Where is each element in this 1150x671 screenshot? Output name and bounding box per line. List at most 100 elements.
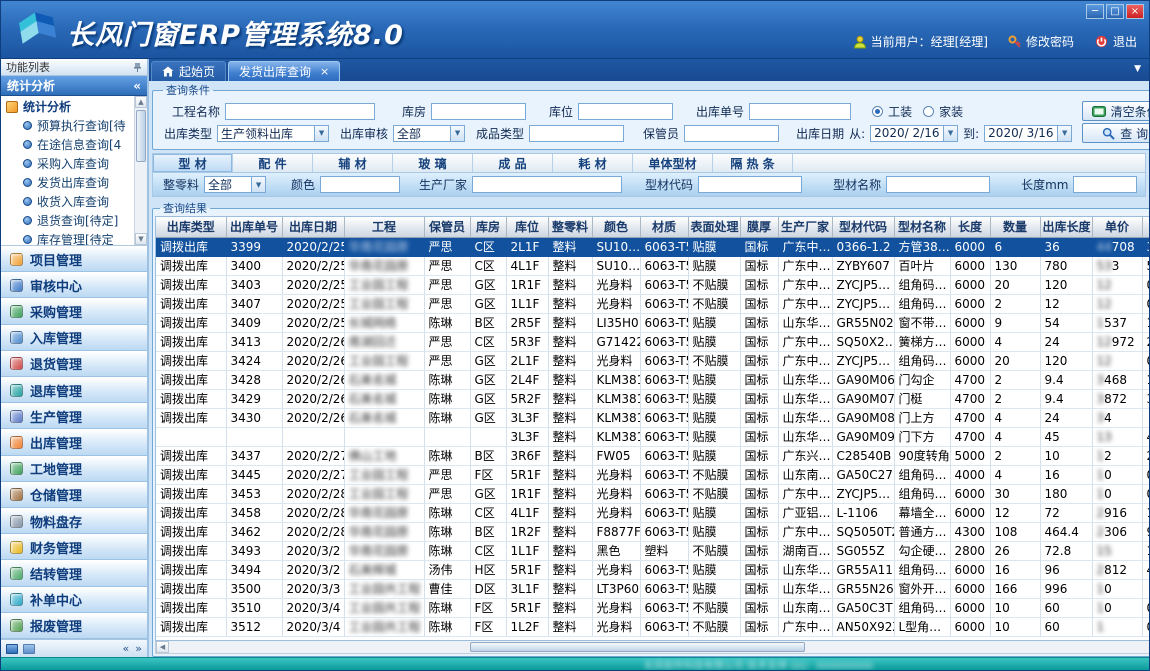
column-header[interactable]: 库位 bbox=[506, 217, 548, 237]
tree-scroll-thumb[interactable] bbox=[136, 110, 146, 162]
search-button[interactable]: 查 询 bbox=[1082, 123, 1150, 143]
column-header[interactable]: 出库长度 bbox=[1040, 217, 1092, 237]
outbound-type-select[interactable]: 生产领料出库▼ bbox=[217, 125, 329, 142]
table-row[interactable]: 调拨出库35002020/3/3工业园共工程曹佳D区3L1F整料LT3P6060… bbox=[156, 579, 1150, 598]
scroll-up-icon[interactable]: ▲ bbox=[135, 96, 147, 108]
column-header[interactable]: 整零料 bbox=[548, 217, 592, 237]
material-tab-0[interactable]: 型 材 bbox=[153, 154, 233, 172]
monitor-icon-2[interactable] bbox=[23, 644, 35, 654]
sidebar-item-warehouse[interactable]: 仓储管理 bbox=[1, 482, 147, 508]
table-row[interactable]: 调拨出库35122020/3/4工业园共工程陈琳F区1L2F整料光身料6063-… bbox=[156, 617, 1150, 636]
material-tab-7[interactable]: 隔 热 条 bbox=[713, 154, 793, 172]
radio-jiazhuang[interactable] bbox=[923, 106, 934, 117]
manufacturer-input[interactable] bbox=[472, 176, 622, 193]
outbound-no-input[interactable] bbox=[749, 103, 851, 120]
sidebar-item-return-goods[interactable]: 退货管理 bbox=[1, 351, 147, 377]
table-row[interactable]: 调拨出库34622020/2/28华南花园原陈琳B区1R2F整料F8877FT6… bbox=[156, 522, 1150, 541]
material-tab-2[interactable]: 辅 材 bbox=[313, 154, 393, 172]
column-header[interactable]: 出库单号 bbox=[226, 217, 282, 237]
column-header[interactable]: 膜厚 bbox=[740, 217, 778, 237]
column-header[interactable]: 长度 bbox=[950, 217, 990, 237]
tab-shipping-outbound-query[interactable]: 发货出库查询 × bbox=[228, 61, 340, 81]
tree-item[interactable]: 采购入库查询 bbox=[1, 154, 134, 173]
date-from-picker[interactable]: 2020/ 2/16▼ bbox=[870, 125, 958, 142]
table-row[interactable]: 3L3F整料KLM38176063-T5贴膜国标山东华…GA90M09…门下方4… bbox=[156, 427, 1150, 446]
sidebar-item-inbound[interactable]: 入库管理 bbox=[1, 325, 147, 351]
column-header[interactable]: 数量 bbox=[990, 217, 1040, 237]
sidebar-section-statistics[interactable]: 统计分析 « bbox=[1, 76, 147, 96]
table-row[interactable]: 调拨出库34072020/2/25工业园工程严思G区1L1F整料光身料6063-… bbox=[156, 294, 1150, 313]
panel-prev-button[interactable]: « bbox=[123, 642, 130, 655]
keeper-input[interactable] bbox=[684, 125, 779, 142]
table-row[interactable]: 调拨出库34292020/2/26石美名城陈琳G区5R2F整料KLM381760… bbox=[156, 389, 1150, 408]
scroll-down-icon[interactable]: ▼ bbox=[135, 233, 147, 245]
clear-conditions-button[interactable]: 清空条件 bbox=[1082, 101, 1150, 121]
tab-close-icon[interactable]: × bbox=[320, 66, 329, 77]
column-header[interactable]: 生产厂家 bbox=[778, 217, 832, 237]
table-row[interactable]: 调拨出库35102020/3/4工业园共工程陈琳F区5R1F整料光身料6063-… bbox=[156, 598, 1150, 617]
tree-item[interactable]: 退货查询[待定] bbox=[1, 211, 134, 230]
radio-gongzhuang[interactable] bbox=[872, 106, 883, 117]
hscroll-thumb[interactable] bbox=[470, 642, 805, 652]
minimize-button[interactable]: ─ bbox=[1086, 4, 1104, 19]
close-button[interactable]: × bbox=[1126, 4, 1144, 19]
whole-scrap-select[interactable]: 全部▼ bbox=[204, 176, 266, 193]
tree-item[interactable]: 库存管理[待定 bbox=[1, 230, 134, 246]
color-input[interactable] bbox=[320, 176, 400, 193]
scroll-left-icon[interactable]: ◀ bbox=[156, 641, 169, 653]
sidebar-item-site[interactable]: 工地管理 bbox=[1, 456, 147, 482]
table-row[interactable]: 调拨出库34532020/2/28工业园工程严思G区1R1F整料光身料6063-… bbox=[156, 484, 1150, 503]
outbound-audit-select[interactable]: 全部▼ bbox=[393, 125, 465, 142]
table-row[interactable]: 调拨出库33992020/2/25华南花园原严思C区2L1F整料SU10…606… bbox=[156, 237, 1150, 256]
material-tab-1[interactable]: 配 件 bbox=[233, 154, 313, 172]
sidebar-item-inventory[interactable]: 物料盘存 bbox=[1, 508, 147, 534]
tree-item[interactable]: 预算执行查询[待 bbox=[1, 116, 134, 135]
product-type-input[interactable] bbox=[529, 125, 624, 142]
table-row[interactable]: 调拨出库34132020/2/26南湖回迁严思C区5R3F整料G71422606… bbox=[156, 332, 1150, 351]
column-header[interactable]: 颜色 bbox=[592, 217, 640, 237]
table-row[interactable]: 调拨出库34092020/2/25长城网络陈琳B区2R5F整料LI35H0606… bbox=[156, 313, 1150, 332]
date-to-picker[interactable]: 2020/ 3/16▼ bbox=[984, 125, 1072, 142]
profile-name-input[interactable] bbox=[886, 176, 990, 193]
tab-list-chevron-down-icon[interactable]: ▼ bbox=[1134, 64, 1141, 74]
column-header[interactable]: 单价 bbox=[1092, 217, 1142, 237]
sidebar-item-finance[interactable]: 财务管理 bbox=[1, 534, 147, 560]
change-password-button[interactable]: 修改密码 bbox=[1008, 33, 1074, 50]
sidebar-item-outbound[interactable]: 出库管理 bbox=[1, 429, 147, 455]
sidebar-item-carryover[interactable]: 结转管理 bbox=[1, 560, 147, 586]
location-input[interactable] bbox=[578, 103, 673, 120]
table-row[interactable]: 调拨出库34282020/2/26石美名城陈琳G区2L4F整料KLM381760… bbox=[156, 370, 1150, 389]
material-tab-3[interactable]: 玻 璃 bbox=[393, 154, 473, 172]
column-header[interactable]: 金额 bbox=[1142, 217, 1150, 237]
column-header[interactable]: 材质 bbox=[640, 217, 688, 237]
column-header[interactable]: 保管员 bbox=[424, 217, 470, 237]
length-input[interactable] bbox=[1073, 176, 1137, 193]
sidebar-item-return-store[interactable]: 退库管理 bbox=[1, 377, 147, 403]
table-row[interactable]: 调拨出库34032020/2/25工业园工程严思G区1R1F整料光身料6063-… bbox=[156, 275, 1150, 294]
material-tab-6[interactable]: 单体型材 bbox=[633, 154, 713, 172]
tree-root-statistics[interactable]: 统计分析 bbox=[1, 97, 134, 116]
collapse-left-icon[interactable]: « bbox=[133, 79, 141, 93]
tree-scrollbar[interactable]: ▲ ▼ bbox=[134, 96, 147, 245]
column-header[interactable]: 型材代码 bbox=[832, 217, 894, 237]
panel-next-button[interactable]: » bbox=[135, 642, 142, 655]
table-row[interactable]: 调拨出库34302020/2/26石美名城陈琳G区3L3F整料KLM381760… bbox=[156, 408, 1150, 427]
table-row[interactable]: 调拨出库34452020/2/27工业园工程严思F区5R1F整料光身料6063-… bbox=[156, 465, 1150, 484]
column-header[interactable]: 型材名称 bbox=[894, 217, 950, 237]
sidebar-item-project[interactable]: 项目管理 bbox=[1, 246, 147, 272]
sidebar-item-scrap[interactable]: 报废管理 bbox=[1, 613, 147, 639]
tree-item[interactable]: 在途信息查询[4 bbox=[1, 135, 134, 154]
column-header[interactable]: 出库日期 bbox=[282, 217, 344, 237]
table-row[interactable]: 调拨出库34002020/2/25华南花园原严思C区4L1F整料SU10…606… bbox=[156, 256, 1150, 275]
tree-item[interactable]: 发货出库查询 bbox=[1, 173, 134, 192]
maximize-button[interactable]: □ bbox=[1106, 4, 1124, 19]
sidebar-item-production[interactable]: 生产管理 bbox=[1, 403, 147, 429]
pin-icon[interactable] bbox=[133, 62, 142, 73]
column-header[interactable]: 出库类型 bbox=[156, 217, 226, 237]
sidebar-item-supplement[interactable]: 补单中心 bbox=[1, 587, 147, 613]
table-row[interactable]: 调拨出库34372020/2/27佛山工地陈琳B区3R6F整料FW056063-… bbox=[156, 446, 1150, 465]
warehouse-input[interactable] bbox=[431, 103, 526, 120]
column-header[interactable]: 表面处理 bbox=[688, 217, 740, 237]
tab-start-page[interactable]: 起始页 bbox=[151, 61, 226, 81]
sidebar-item-audit[interactable]: 审核中心 bbox=[1, 272, 147, 298]
